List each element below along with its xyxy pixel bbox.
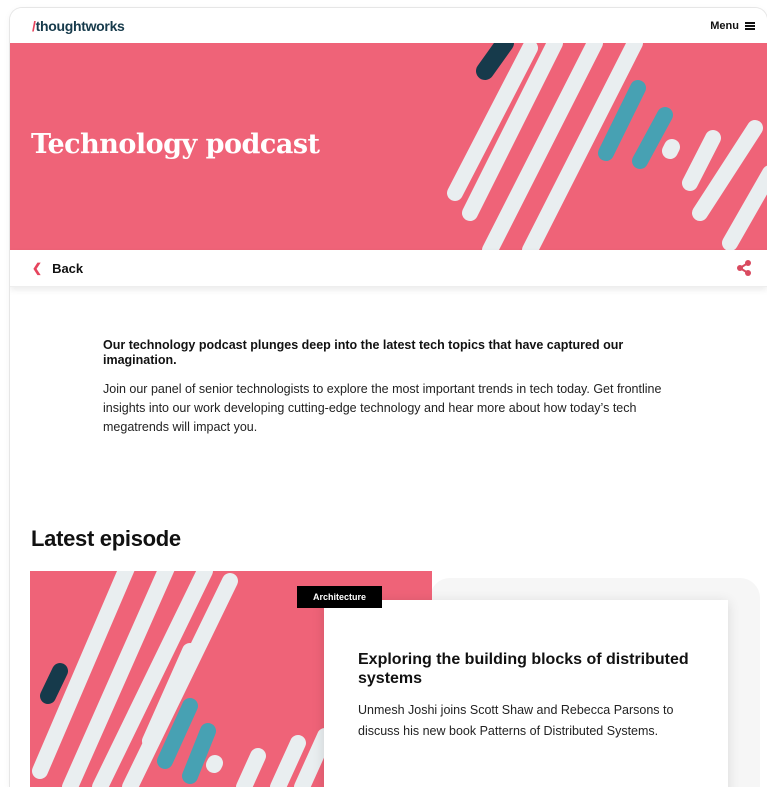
episode-card[interactable]: Exploring the building blocks of distrib… — [324, 600, 728, 787]
latest-episode-heading: Latest episode — [31, 526, 181, 551]
back-button[interactable]: ❮ Back — [32, 261, 83, 276]
category-tag[interactable]: Architecture — [297, 586, 383, 608]
menu-button[interactable]: Menu — [710, 20, 755, 32]
share-icon[interactable] — [735, 259, 753, 277]
episode-description: Unmesh Joshi joins Scott Shaw and Rebecc… — [358, 703, 674, 738]
back-bar: ❮ Back — [10, 250, 767, 287]
back-label: Back — [52, 260, 84, 276]
hamburger-icon — [745, 21, 755, 30]
intro-lead: Our technology podcast plunges deep into… — [103, 338, 624, 367]
thoughtworks-logo[interactable]: /thoughtworks — [32, 18, 125, 34]
intro-body: Join our panel of senior technologists t… — [103, 382, 662, 434]
top-navigation: /thoughtworks Menu — [10, 8, 767, 43]
episode-title[interactable]: Exploring the building blocks of distrib… — [358, 650, 694, 688]
chevron-left-icon: ❮ — [32, 261, 43, 275]
page-title: Technology podcast — [31, 129, 320, 160]
page-frame: /thoughtworks Menu Technology podcast ❮ … — [10, 8, 767, 787]
menu-label: Menu — [710, 19, 739, 32]
hero-banner: Technology podcast — [10, 43, 767, 250]
intro-section: Our technology podcast plunges deep into… — [103, 338, 663, 437]
